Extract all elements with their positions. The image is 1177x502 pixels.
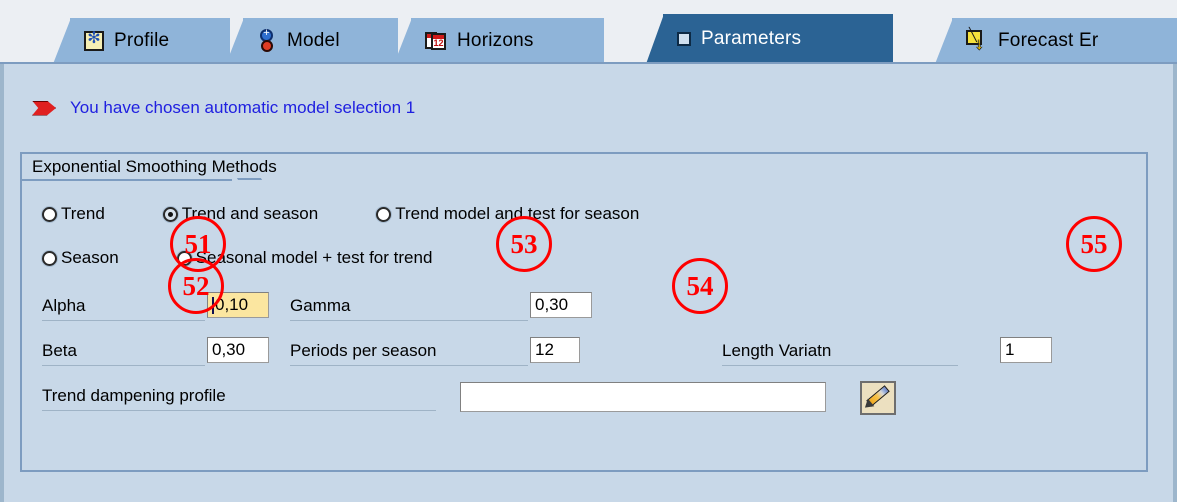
parameters-square-icon	[677, 32, 691, 46]
periods-per-season-label: Periods per season	[290, 341, 437, 360]
group-title-underline	[22, 179, 232, 181]
tab-profile[interactable]: Profile	[53, 18, 230, 64]
trend-dampening-profile-input[interactable]	[460, 382, 826, 412]
radio-dot	[42, 250, 57, 266]
status-message-text: You have chosen automatic model selectio…	[70, 98, 416, 117]
annotation-55: 55	[1066, 216, 1122, 272]
radio-row-1: Trend Trend and season Trend model and t…	[42, 202, 645, 226]
calendar-12-icon: 12	[425, 31, 447, 51]
forecast-error-icon: ↓	[966, 27, 988, 52]
tab-model-label: Model	[287, 30, 340, 51]
periods-per-season-value: 12	[535, 340, 554, 359]
gamma-value: 0,30	[535, 295, 569, 314]
model-gear-icon	[257, 27, 277, 52]
tab-forecast-error[interactable]: ↓ Forecast Er	[935, 18, 1177, 64]
radio-row-2: Season Seasonal model + test for trend	[42, 246, 438, 270]
length-variatn-value: 1	[1005, 340, 1015, 359]
trend-dampening-profile-label: Trend dampening profile	[42, 386, 226, 405]
periods-per-season-input[interactable]: 12	[530, 337, 580, 363]
tab-profile-label: Profile	[114, 30, 170, 51]
annotation-52: 52	[168, 258, 224, 314]
alpha-label: Alpha	[42, 296, 86, 315]
tab-forecast-error-label: Forecast Er	[998, 30, 1099, 51]
tab-model[interactable]: Model	[226, 18, 398, 64]
tab-slant	[646, 14, 664, 64]
radio-trend-label: Trend	[61, 204, 105, 223]
annotation-54: 54	[672, 258, 728, 314]
length-variatn-label: Length Variatn	[722, 341, 832, 360]
tab-slant	[935, 18, 953, 64]
radio-seasonal-model-test-trend-label: Seasonal model + test for trend	[195, 248, 433, 267]
pencil-icon	[861, 385, 890, 412]
tab-parameters[interactable]: Parameters	[646, 14, 893, 64]
radio-dot	[376, 206, 392, 222]
profile-icon	[84, 29, 104, 51]
gamma-label: Gamma	[290, 296, 351, 315]
annotation-53: 53	[496, 216, 552, 272]
tab-parameters-label: Parameters	[701, 28, 802, 49]
gamma-label-rule	[290, 320, 528, 321]
tab-horizons[interactable]: 12 Horizons	[394, 18, 604, 64]
tab-horizons-label: Horizons	[457, 30, 534, 51]
length-variatn-input[interactable]: 1	[1000, 337, 1052, 363]
calendar-day-number: 12	[433, 38, 444, 48]
gamma-input[interactable]: 0,30	[530, 292, 592, 318]
radio-season-label: Season	[61, 248, 119, 267]
alpha-label-rule	[42, 320, 205, 321]
beta-label: Beta	[42, 341, 77, 360]
length-variatn-label-rule	[722, 365, 958, 366]
radio-dot	[42, 206, 57, 222]
beta-input[interactable]: 0,30	[207, 337, 269, 363]
radio-season[interactable]: Season	[42, 248, 119, 268]
periods-per-season-label-rule	[290, 365, 528, 366]
tab-strip: Profile Model 12 Horizons Parameters	[0, 0, 1177, 64]
trend-dampening-edit-button[interactable]	[860, 381, 896, 415]
sap-forecast-profile-window: Profile Model 12 Horizons Parameters	[0, 0, 1177, 502]
red-arrow-flag-icon	[32, 100, 58, 116]
tab-slant	[53, 18, 71, 64]
radio-dot	[162, 206, 178, 222]
beta-label-rule	[42, 365, 205, 366]
radio-trend[interactable]: Trend	[42, 204, 105, 224]
beta-value: 0,30	[212, 340, 246, 359]
status-message: You have chosen automatic model selectio…	[32, 96, 415, 120]
trend-dampening-label-rule	[42, 410, 436, 411]
